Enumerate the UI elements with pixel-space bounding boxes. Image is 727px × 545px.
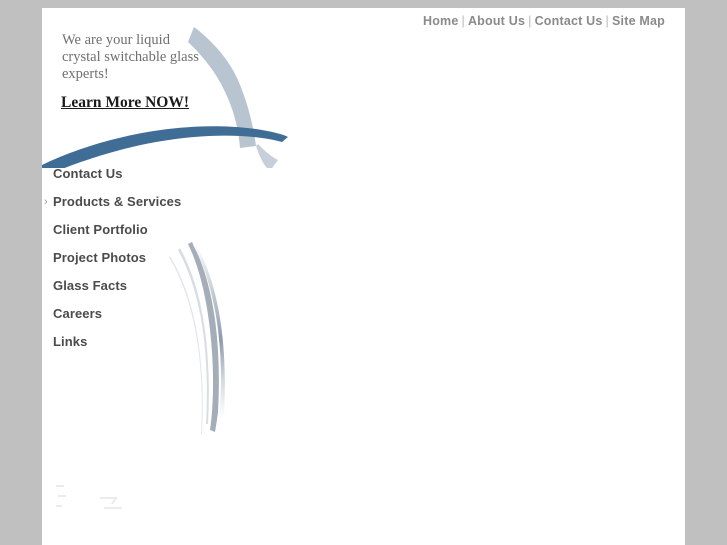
sidebar-item-label: Project Photos: [53, 250, 147, 265]
faint-watermark: [52, 482, 162, 512]
sidebar-item-glass-facts[interactable]: Glass Facts: [42, 272, 190, 300]
sidebar-item-client-portfolio[interactable]: Client Portfolio: [42, 216, 190, 244]
page-canvas: Home | About Us | Contact Us | Site Map We are…: [42, 8, 685, 545]
sidebar-item-links[interactable]: Links: [42, 328, 190, 356]
sidebar-item-label: Glass Facts: [53, 278, 128, 293]
learn-more-link[interactable]: Learn More NOW!: [61, 94, 189, 112]
sidebar-item-label: Client Portfolio: [53, 222, 148, 237]
sidebar-item-label: Links: [53, 334, 88, 349]
banner-tagline: We are your liquid crystal switchable gl…: [62, 32, 199, 82]
chevron-right-icon: ›: [44, 196, 48, 208]
sidebar-item-products-services[interactable]: › Products & Services: [42, 188, 190, 216]
sidebar-item-label: Contact Us: [53, 166, 123, 181]
main-content-area: [190, 168, 685, 545]
sidebar-item-contact-us[interactable]: Contact Us: [42, 160, 190, 188]
sidebar-item-label: Products & Services: [53, 194, 182, 209]
sidebar-item-label: Careers: [53, 306, 103, 321]
site-banner: We are your liquid crystal switchable gl…: [42, 8, 685, 168]
sidebar-nav: Contact Us › Products & Services Client …: [42, 160, 225, 545]
sidebar-item-careers[interactable]: Careers: [42, 300, 190, 328]
browser-viewport: Home | About Us | Contact Us | Site Map We are…: [0, 0, 727, 545]
sidebar-item-project-photos[interactable]: Project Photos: [42, 244, 190, 272]
